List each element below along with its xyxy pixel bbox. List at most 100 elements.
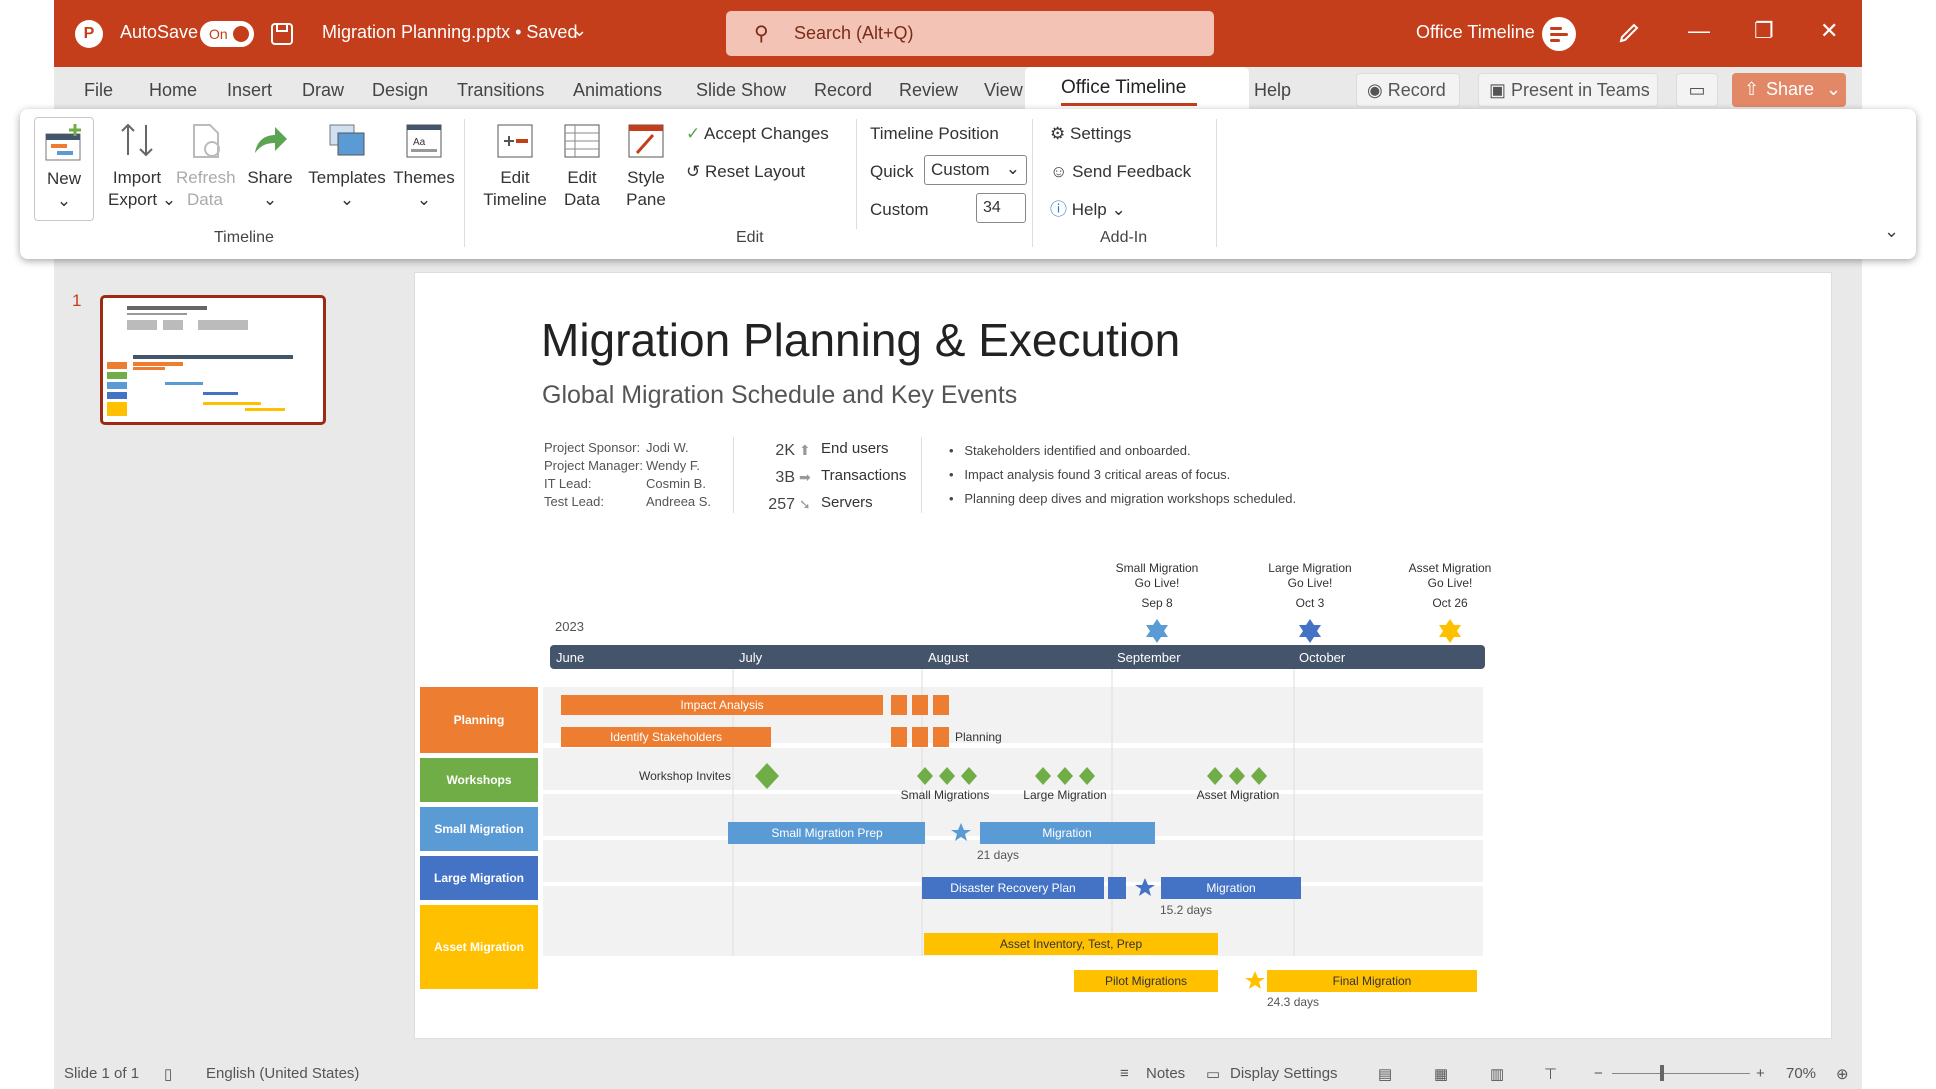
edit-timeline-label-1: Edit (500, 168, 530, 187)
help-button[interactable]: ⓘ Help ⌄ (1050, 199, 1126, 221)
tab-office-timeline[interactable]: Office Timeline (1025, 67, 1249, 111)
edit-timeline-button[interactable]: Edit Timeline (480, 121, 550, 211)
task-label: Small Migration Prep (771, 826, 883, 840)
templates-icon (329, 124, 365, 156)
tab-record[interactable]: Record (814, 80, 872, 101)
zoom-in-icon[interactable]: + (1756, 1065, 1765, 1082)
slide-canvas[interactable]: Migration Planning & Execution Global Mi… (414, 272, 1832, 1039)
style-pane-label-1: Style (627, 168, 665, 187)
new-timeline-button[interactable]: New ⌄ (34, 117, 94, 221)
themes-icon: Aa (406, 124, 442, 158)
share-button[interactable]: ⇧ Share ⌄ (1732, 73, 1846, 107)
tab-animations[interactable]: Animations (573, 80, 662, 101)
month-label: September (1117, 650, 1181, 665)
tab-help[interactable]: Help (1254, 80, 1291, 101)
task-bar[interactable] (933, 727, 949, 747)
milestone-title: Go Live! (1428, 576, 1473, 590)
tab-insert[interactable]: Insert (227, 80, 272, 101)
search-box[interactable]: ⚲ Search (Alt+Q) (726, 11, 1214, 56)
zoom-out-icon[interactable]: − (1594, 1065, 1603, 1082)
collapse-ribbon-chevron-icon[interactable]: ⌄ (1884, 221, 1899, 242)
zoom-slider-track[interactable] (1612, 1073, 1750, 1074)
designer-pen-icon[interactable] (1616, 20, 1642, 46)
quick-position-dropdown[interactable]: Custom ⌄ (924, 155, 1027, 185)
settings-button[interactable]: ⚙ Settings (1050, 123, 1131, 145)
style-pane-button[interactable]: Style Pane (618, 121, 674, 211)
chevron-down-icon: ⌄ (339, 190, 355, 209)
workshop-diamonds-small[interactable] (917, 767, 977, 785)
refresh-data-button[interactable]: Refresh Data (176, 121, 236, 211)
tab-draw[interactable]: Draw (302, 80, 344, 101)
record-button[interactable]: ◉ Record (1356, 73, 1460, 107)
tab-design[interactable]: Design (372, 80, 428, 101)
templates-button[interactable]: Templates ⌄ (308, 121, 386, 211)
tab-review[interactable]: Review (899, 80, 958, 101)
accept-changes-button[interactable]: ✓ Accept Changes (686, 123, 829, 145)
workshop-diamonds-large[interactable] (1035, 767, 1095, 785)
normal-view-icon[interactable]: ▤ (1378, 1065, 1392, 1083)
slideshow-view-icon[interactable]: ⊤ (1544, 1065, 1557, 1083)
undo-icon: ↺ (686, 162, 701, 181)
workshop-diamonds-asset[interactable] (1207, 767, 1267, 785)
month-label: July (739, 650, 763, 665)
swimlane-label: Workshops (446, 773, 511, 787)
chevron-down-icon[interactable]: ⌄ (1826, 79, 1841, 100)
zoom-slider-thumb[interactable] (1660, 1065, 1664, 1081)
tab-transitions[interactable]: Transitions (457, 80, 544, 101)
milestone-marker-star[interactable] (1146, 619, 1168, 643)
save-icon[interactable] (270, 22, 294, 46)
account-name[interactable]: Office Timeline (1416, 22, 1535, 43)
themes-button[interactable]: Aa Themes ⌄ (390, 121, 458, 211)
quick-position-value: Custom (931, 160, 990, 179)
slide-sorter-icon[interactable]: ▦ (1434, 1065, 1448, 1083)
timeline-chart[interactable]: Small Migration Go Live! Sep 8 Large Mig… (415, 273, 1832, 1039)
minimize-icon[interactable]: — (1688, 18, 1710, 44)
task-bar[interactable] (933, 695, 949, 715)
display-settings-button[interactable]: Display Settings (1230, 1065, 1338, 1082)
chevron-down-icon[interactable]: ⌄ (572, 20, 587, 41)
task-bar[interactable] (891, 695, 907, 715)
task-bar[interactable] (891, 727, 907, 747)
milestone-marker-star[interactable] (1439, 619, 1461, 643)
tab-slide-show[interactable]: Slide Show (696, 80, 786, 101)
accessibility-icon[interactable]: ▯ (164, 1065, 172, 1083)
task-bar[interactable] (912, 695, 928, 715)
title-bar: P AutoSave On Migration Planning.pptx • … (54, 0, 1862, 67)
tab-home[interactable]: Home (149, 80, 197, 101)
new-timeline-icon (45, 124, 81, 161)
zoom-level[interactable]: 70% (1786, 1065, 1816, 1082)
style-pane-icon (628, 124, 664, 158)
star-icon[interactable] (1245, 971, 1265, 989)
tab-file[interactable]: File (84, 80, 113, 101)
close-icon[interactable]: ✕ (1820, 18, 1838, 44)
slide-thumbnail[interactable] (100, 295, 326, 425)
task-bar[interactable] (912, 727, 928, 747)
milestone-marker-star[interactable] (1299, 619, 1321, 643)
custom-position-input[interactable]: 34 (976, 193, 1026, 223)
style-pane-label-2: Pane (626, 190, 666, 209)
restore-icon[interactable]: ❐ (1754, 18, 1774, 44)
edit-data-button[interactable]: Edit Data (554, 121, 610, 211)
present-in-teams-button[interactable]: ▣ Present in Teams (1478, 73, 1658, 107)
notes-button[interactable]: Notes (1146, 1065, 1185, 1082)
templates-label: Templates (308, 168, 386, 187)
swimlane-label: Asset Migration (434, 940, 524, 954)
reading-view-icon[interactable]: ▥ (1490, 1065, 1504, 1083)
task-bar[interactable] (1108, 877, 1126, 899)
edit-timeline-label-2: Timeline (483, 190, 547, 209)
fit-to-window-icon[interactable]: ⊕ (1836, 1065, 1849, 1083)
milestone-title: Small Migration (1116, 561, 1199, 575)
language-label[interactable]: English (United States) (206, 1065, 359, 1082)
account-avatar[interactable] (1542, 17, 1576, 51)
edit-timeline-icon (497, 124, 533, 158)
comments-button[interactable]: ▭ (1676, 73, 1718, 107)
import-export-button[interactable]: Import Export ⌄ (108, 121, 176, 211)
task-label: Migration (1206, 881, 1255, 895)
autosave-toggle[interactable]: On (200, 21, 254, 47)
share-timeline-button[interactable]: Share ⌄ (242, 121, 298, 211)
tab-view[interactable]: View (984, 80, 1023, 101)
reset-layout-button[interactable]: ↺ Reset Layout (686, 161, 805, 183)
document-title[interactable]: Migration Planning.pptx • Saved (322, 22, 577, 43)
send-feedback-button[interactable]: ☺ Send Feedback (1050, 161, 1191, 183)
group-separator (1032, 119, 1033, 247)
